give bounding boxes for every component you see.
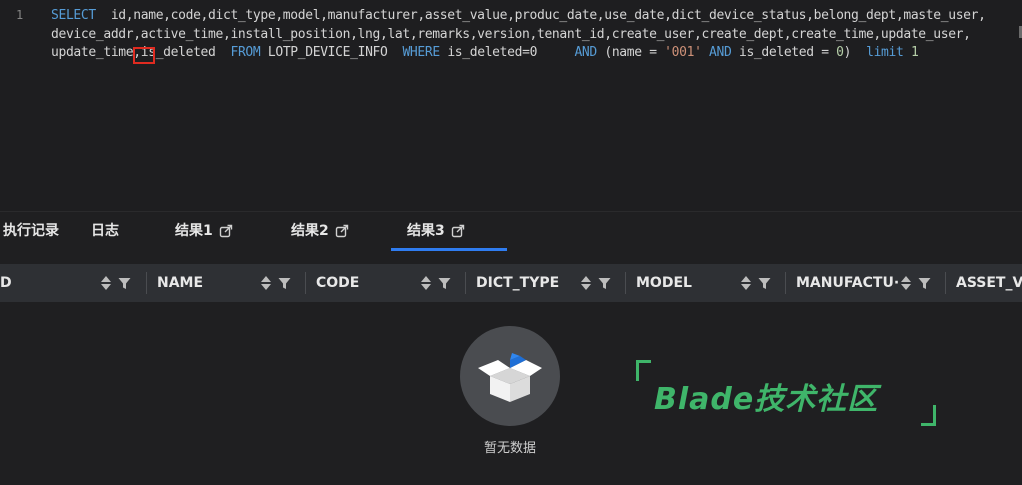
empty-state-icon bbox=[460, 326, 560, 426]
active-tab-indicator bbox=[391, 248, 507, 251]
filter-icon[interactable] bbox=[438, 277, 451, 290]
tab-result-3[interactable]: 结果3 bbox=[407, 212, 465, 250]
sql-keyword-select: SELECT bbox=[51, 8, 96, 23]
tab-label: 结果2 bbox=[291, 223, 329, 239]
sort-icon[interactable] bbox=[580, 275, 592, 291]
bracket-right bbox=[921, 405, 936, 426]
filter-icon[interactable] bbox=[758, 277, 771, 290]
filter-icon[interactable] bbox=[118, 277, 131, 290]
column-tools bbox=[580, 275, 611, 291]
sql-paren-open: (name = bbox=[596, 45, 665, 60]
sort-icon[interactable] bbox=[740, 275, 752, 291]
tab-execution-log[interactable]: 执行记录 bbox=[3, 212, 59, 250]
column-header-dict-type[interactable]: DICT_TYPE bbox=[465, 264, 575, 302]
highlight-box bbox=[133, 47, 155, 64]
column-tools bbox=[900, 275, 931, 291]
sql-editor[interactable]: 1 SELECT id,name,code,dict_type,model,ma… bbox=[0, 0, 1022, 211]
sql-keyword-and-2: AND bbox=[709, 45, 732, 60]
sql-cond-2: is_deleted = bbox=[731, 45, 837, 60]
sql-columns-3c: _deleted bbox=[155, 45, 231, 60]
sort-icon[interactable] bbox=[900, 275, 912, 291]
watermark: Blade技术社区 bbox=[636, 360, 936, 426]
column-header-name[interactable]: NAME bbox=[146, 264, 246, 302]
sort-icon[interactable] bbox=[100, 275, 112, 291]
sql-paren-close: ) bbox=[843, 45, 867, 60]
tab-label: 执行记录 bbox=[3, 223, 59, 239]
popout-icon[interactable] bbox=[451, 224, 465, 238]
line-number: 1 bbox=[16, 8, 24, 22]
empty-box-icon bbox=[478, 353, 542, 402]
column-tools bbox=[100, 275, 131, 291]
tab-label: 结果1 bbox=[175, 223, 213, 239]
column-tools bbox=[260, 275, 291, 291]
tab-label: 结果3 bbox=[407, 223, 445, 239]
watermark-text: Blade技术社区 bbox=[654, 382, 879, 417]
result-table-header: D NAME CODE DICT_TYPE MODEL MANUFACTU···… bbox=[0, 264, 1022, 302]
sql-columns-2: device_addr,active_time,install_position… bbox=[51, 26, 971, 42]
sql-where-cond: is_deleted=0 bbox=[439, 45, 575, 60]
sql-code[interactable]: SELECT id,name,code,dict_type,model,manu… bbox=[51, 7, 1022, 63]
tab-result-2[interactable]: 结果2 bbox=[291, 212, 349, 250]
tab-label: 日志 bbox=[91, 223, 119, 239]
sql-keyword-from: FROM bbox=[230, 45, 261, 60]
sql-zero: 0 bbox=[836, 45, 844, 60]
filter-icon[interactable] bbox=[278, 277, 291, 290]
column-tools bbox=[420, 275, 451, 291]
sql-name-value: '001' bbox=[664, 45, 702, 60]
column-header-model[interactable]: MODEL bbox=[625, 264, 725, 302]
column-header-manufacturer[interactable]: MANUFACTU··· bbox=[785, 264, 900, 302]
sql-limit-value: 1 bbox=[910, 45, 919, 60]
result-tabs: 执行记录 日志 结果1 结果2 结果3 bbox=[0, 211, 1022, 252]
tab-log[interactable]: 日志 bbox=[91, 212, 119, 250]
sql-keyword-and-1: AND bbox=[574, 45, 597, 60]
sql-keyword-where: WHERE bbox=[402, 45, 440, 60]
sort-icon[interactable] bbox=[420, 275, 432, 291]
column-header-code[interactable]: CODE bbox=[305, 264, 405, 302]
popout-icon[interactable] bbox=[219, 224, 233, 238]
popout-icon[interactable] bbox=[335, 224, 349, 238]
sql-columns-3a: update_time bbox=[51, 45, 134, 60]
sql-keyword-limit: limit bbox=[866, 45, 904, 60]
bracket-left bbox=[636, 360, 651, 381]
filter-icon[interactable] bbox=[598, 277, 611, 290]
sort-icon[interactable] bbox=[260, 275, 272, 291]
column-tools bbox=[740, 275, 771, 291]
empty-state-text: 暂无数据 bbox=[483, 441, 536, 456]
sql-table: LOTP_DEVICE_INFO bbox=[260, 45, 403, 60]
column-header-asset-value[interactable]: ASSET_VA bbox=[945, 264, 1022, 302]
sql-columns-1: id,name,code,dict_type,model,manufacture… bbox=[95, 8, 986, 23]
tab-result-1[interactable]: 结果1 bbox=[175, 212, 233, 250]
filter-icon[interactable] bbox=[918, 277, 931, 290]
